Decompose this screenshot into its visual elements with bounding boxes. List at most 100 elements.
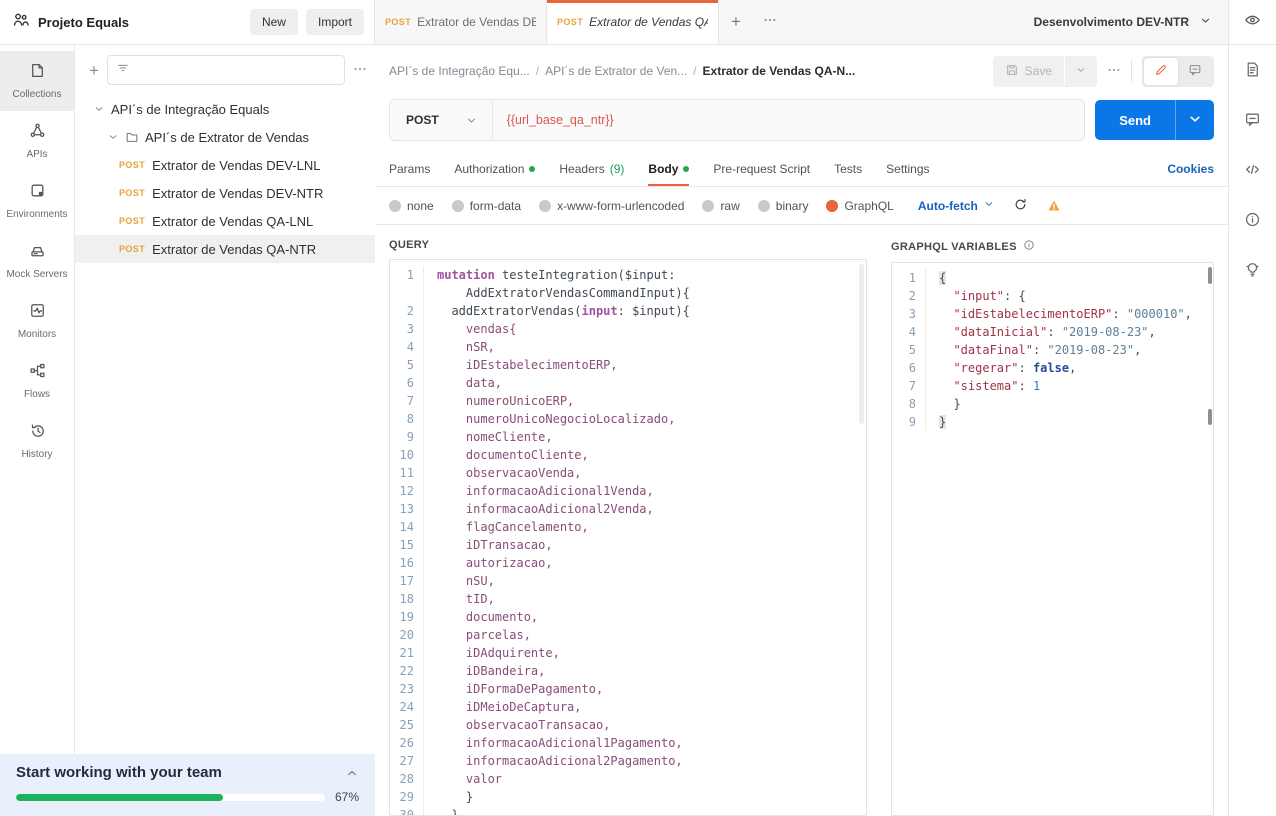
chevron-down-icon bbox=[1199, 14, 1212, 30]
collection-sub-folder[interactable]: API´s de Extrator de Vendas bbox=[75, 123, 375, 151]
mode-label: none bbox=[407, 199, 434, 213]
send-button[interactable]: Send bbox=[1095, 100, 1175, 140]
filter-input[interactable] bbox=[107, 55, 345, 85]
comment-icon bbox=[1188, 63, 1202, 80]
tab-count: (9) bbox=[610, 162, 625, 176]
refresh-schema-button[interactable] bbox=[1013, 197, 1028, 215]
sidebar-request-item[interactable]: POSTExtrator de Vendas DEV-LNL bbox=[75, 151, 375, 179]
graphql-editors: QUERY 1mutation testeIntegration($input:… bbox=[375, 225, 1228, 816]
request-tab-tests[interactable]: Tests bbox=[834, 151, 862, 186]
add-collection-button[interactable]: + bbox=[89, 62, 99, 79]
code-line: 4 nSR, bbox=[390, 338, 866, 356]
rail-item-apis[interactable]: APIs bbox=[0, 111, 74, 171]
sidebar-request-item[interactable]: POSTExtrator de Vendas QA-NTR bbox=[75, 235, 375, 263]
ai-suggestions-button[interactable] bbox=[1244, 261, 1261, 281]
line-number: 7 bbox=[892, 377, 926, 395]
body-mode-none[interactable]: none bbox=[389, 199, 434, 213]
chevron-up-icon[interactable] bbox=[345, 766, 359, 780]
new-button[interactable]: New bbox=[250, 9, 298, 35]
body-mode-form-data[interactable]: form-data bbox=[452, 199, 521, 213]
request-tab-params[interactable]: Params bbox=[389, 151, 430, 186]
request-tab-headers[interactable]: Headers(9) bbox=[559, 151, 624, 186]
tab-options-button[interactable] bbox=[753, 0, 787, 44]
request-tab-pre-request-script[interactable]: Pre-request Script bbox=[713, 151, 810, 186]
request-tab-settings[interactable]: Settings bbox=[886, 151, 929, 186]
save-button[interactable]: Save bbox=[993, 56, 1064, 87]
method-selector[interactable]: POST bbox=[390, 100, 493, 140]
line-number: 18 bbox=[390, 590, 424, 608]
add-tab-button[interactable]: + bbox=[719, 0, 753, 44]
request-tab-authorization[interactable]: Authorization bbox=[454, 151, 535, 186]
code-text: informacaoAdicional2Venda, bbox=[424, 500, 654, 518]
line-number: 26 bbox=[390, 734, 424, 752]
info-button[interactable] bbox=[1244, 211, 1261, 231]
rail-item-monitors[interactable]: Monitors bbox=[0, 291, 74, 351]
postman-app: Projeto Equals New Import POSTExtrator d… bbox=[0, 0, 1276, 816]
variables-editor[interactable]: 1{2 "input": {3 "idEstabelecimentoERP": … bbox=[891, 262, 1214, 816]
code-text: observacaoTransacao, bbox=[424, 716, 610, 734]
sidebar-more-button[interactable] bbox=[353, 62, 367, 79]
comment-button[interactable] bbox=[1244, 111, 1261, 131]
rail-item-environments[interactable]: Environments bbox=[0, 171, 74, 231]
query-editor[interactable]: 1mutation testeIntegration($input: AddEx… bbox=[389, 259, 867, 816]
flows-icon bbox=[29, 362, 46, 384]
line-number: 7 bbox=[390, 392, 424, 410]
sidebar-toolbar: + bbox=[75, 45, 375, 95]
request-more-button[interactable] bbox=[1107, 63, 1121, 80]
cookies-link[interactable]: Cookies bbox=[1167, 162, 1214, 176]
code-snippet-button[interactable] bbox=[1244, 161, 1261, 181]
environment-quicklook[interactable] bbox=[1228, 0, 1276, 44]
rail-item-mock-servers[interactable]: Mock Servers bbox=[0, 231, 74, 291]
body-mode-raw[interactable]: raw bbox=[702, 199, 739, 213]
comment-mode-button[interactable] bbox=[1178, 58, 1212, 85]
line-number: 17 bbox=[390, 572, 424, 590]
status-dot bbox=[683, 166, 689, 172]
rail-item-flows[interactable]: Flows bbox=[0, 351, 74, 411]
code-line: 23 iDFormaDePagamento, bbox=[390, 680, 866, 698]
line-number: 16 bbox=[390, 554, 424, 572]
edit-mode-button[interactable] bbox=[1144, 58, 1178, 85]
code-text: iDEstabelecimentoERP, bbox=[424, 356, 618, 374]
body-mode-graphql[interactable]: GraphQL bbox=[826, 199, 893, 213]
environment-selector[interactable]: Desenvolvimento DEV-NTR bbox=[1018, 0, 1228, 44]
scrollbar[interactable] bbox=[859, 264, 864, 424]
request-tab-body[interactable]: Body bbox=[648, 151, 689, 186]
code-text: data, bbox=[424, 374, 502, 392]
refresh-icon bbox=[1013, 197, 1028, 215]
sidebar-request-item[interactable]: POSTExtrator de Vendas QA-LNL bbox=[75, 207, 375, 235]
code-text: informacaoAdicional2Pagamento, bbox=[424, 752, 683, 770]
eye-icon bbox=[1244, 11, 1261, 33]
tab-bar: POSTExtrator de Vendas DEVPOSTExtrator d… bbox=[375, 0, 1228, 44]
code-line: 3 vendas{ bbox=[390, 320, 866, 338]
code-text: AddExtratorVendasCommandInput){ bbox=[424, 284, 690, 302]
rail-item-history[interactable]: History bbox=[0, 411, 74, 471]
line-number: 3 bbox=[892, 305, 926, 323]
url-input[interactable]: {{url_base_qa_ntr}} bbox=[493, 113, 628, 127]
send-options-button[interactable] bbox=[1175, 100, 1214, 140]
breadcrumb-item[interactable]: API´s de Extrator de Ven... bbox=[545, 64, 687, 78]
scrollbar[interactable] bbox=[1207, 263, 1212, 815]
import-button[interactable]: Import bbox=[306, 9, 364, 35]
code-line: 18 tID, bbox=[390, 590, 866, 608]
body-mode-x-www-form-urlencoded[interactable]: x-www-form-urlencoded bbox=[539, 199, 684, 213]
breadcrumb-item[interactable]: API´s de Integração Equ... bbox=[389, 64, 530, 78]
sidebar-request-item[interactable]: POSTExtrator de Vendas DEV-NTR bbox=[75, 179, 375, 207]
body-mode-binary[interactable]: binary bbox=[758, 199, 809, 213]
radio-icon bbox=[826, 200, 838, 212]
code-line: 12 informacaoAdicional1Venda, bbox=[390, 482, 866, 500]
history-icon bbox=[29, 422, 46, 444]
mock-servers-icon bbox=[29, 242, 46, 264]
save-button-group: Save bbox=[993, 56, 1097, 87]
save-options-button[interactable] bbox=[1064, 57, 1097, 86]
code-line: 21 iDAdquirente, bbox=[390, 644, 866, 662]
open-tab[interactable]: POSTExtrator de Vendas DEV bbox=[375, 0, 547, 44]
autofetch-toggle[interactable]: Auto-fetch bbox=[918, 198, 995, 213]
code-line: 5 iDEstabelecimentoERP, bbox=[390, 356, 866, 374]
documentation-button[interactable] bbox=[1244, 61, 1261, 81]
code-line: AddExtratorVendasCommandInput){ bbox=[390, 284, 866, 302]
request-actions: Save bbox=[993, 56, 1214, 87]
rail-item-collections[interactable]: Collections bbox=[0, 51, 74, 111]
query-column: QUERY 1mutation testeIntegration($input:… bbox=[389, 235, 867, 816]
collection-root-folder[interactable]: API´s de Integração Equals bbox=[75, 95, 375, 123]
open-tab[interactable]: POSTExtrator de Vendas QA- bbox=[547, 0, 719, 44]
